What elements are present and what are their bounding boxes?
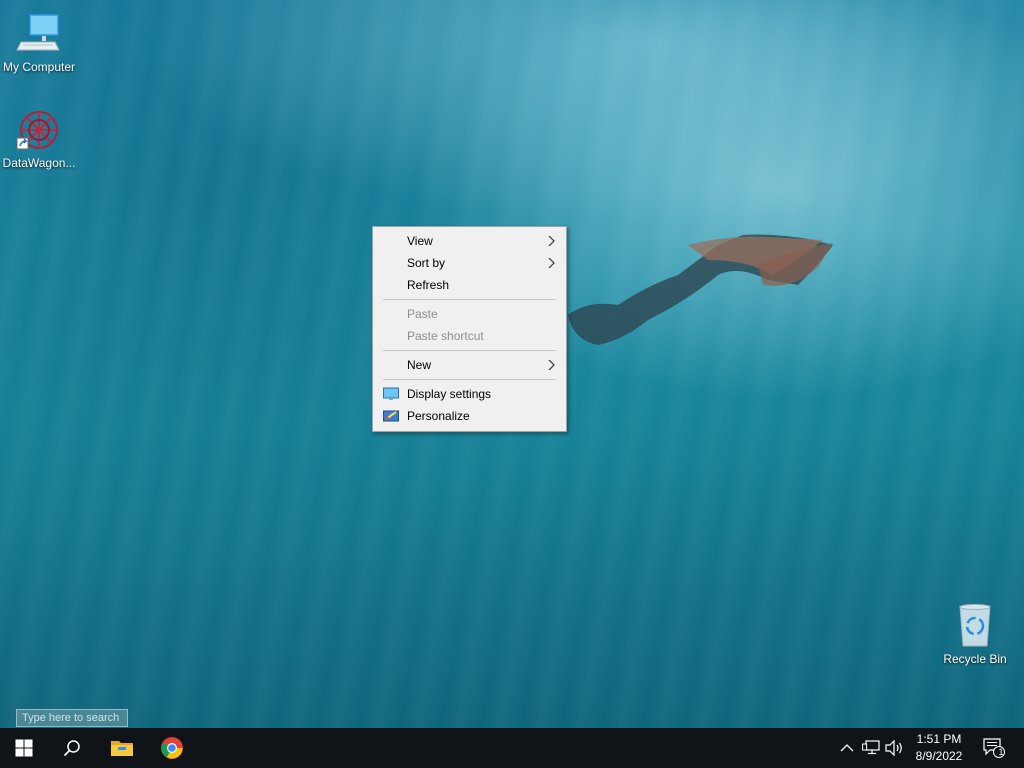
chevron-right-icon bbox=[548, 360, 555, 370]
desktop-icon-label: DataWagon... bbox=[2, 156, 76, 170]
menu-item-label: Paste bbox=[407, 307, 438, 321]
desktop-icon-label: Recycle Bin bbox=[943, 652, 1007, 666]
menu-item-paste: Paste bbox=[373, 303, 566, 325]
start-button[interactable] bbox=[0, 728, 48, 768]
recycle-bin-icon bbox=[951, 602, 999, 650]
windows-logo-icon bbox=[15, 739, 33, 757]
menu-item-label: Display settings bbox=[407, 387, 492, 401]
menu-item-label: Paste shortcut bbox=[407, 329, 484, 343]
file-explorer-button[interactable] bbox=[98, 728, 146, 768]
menu-item-label: Personalize bbox=[407, 409, 470, 423]
computer-icon bbox=[15, 10, 63, 58]
menu-item-label: View bbox=[407, 234, 433, 248]
menu-item-paste-shortcut: Paste shortcut bbox=[373, 325, 566, 347]
desktop-icon-my-computer[interactable]: My Computer bbox=[0, 10, 78, 74]
chevron-right-icon bbox=[548, 258, 555, 268]
network-button[interactable] bbox=[860, 728, 882, 768]
taskbar: 1:51 PM 8/9/2022 1 bbox=[0, 728, 1024, 768]
datawagon-icon bbox=[15, 106, 63, 154]
personalize-icon bbox=[383, 410, 399, 422]
menu-item-personalize[interactable]: Personalize bbox=[373, 405, 566, 427]
menu-item-label: Sort by bbox=[407, 256, 446, 270]
menu-item-new[interactable]: New bbox=[373, 354, 566, 376]
search-button[interactable] bbox=[48, 728, 96, 768]
network-icon bbox=[862, 740, 880, 755]
search-box-hint[interactable]: Type here to search bbox=[16, 709, 128, 727]
wallpaper-swimmer bbox=[568, 234, 833, 345]
menu-item-display-settings[interactable]: Display settings bbox=[373, 383, 566, 405]
desktop-icon-datawagon[interactable]: DataWagon... bbox=[0, 106, 78, 170]
menu-item-refresh[interactable]: Refresh bbox=[373, 274, 566, 296]
chrome-icon bbox=[161, 737, 183, 759]
show-hidden-icons-button[interactable] bbox=[838, 728, 856, 768]
folder-icon bbox=[111, 741, 133, 756]
desktop-icon-label: My Computer bbox=[2, 60, 76, 74]
clock-date: 8/9/2022 bbox=[915, 749, 963, 763]
notification-count-badge: 1 bbox=[998, 747, 1004, 757]
action-center-button[interactable]: 1 bbox=[978, 728, 1014, 768]
display-settings-icon bbox=[383, 387, 399, 400]
menu-item-label: New bbox=[407, 358, 432, 372]
taskbar-clock[interactable]: 1:51 PM 8/9/2022 bbox=[910, 731, 968, 765]
chevron-up-icon bbox=[840, 744, 854, 752]
clock-time: 1:51 PM bbox=[916, 732, 962, 746]
chrome-button[interactable] bbox=[148, 728, 196, 768]
menu-separator bbox=[383, 299, 556, 300]
menu-separator bbox=[383, 350, 556, 351]
volume-button[interactable] bbox=[884, 728, 906, 768]
desktop-icon-recycle-bin[interactable]: Recycle Bin bbox=[936, 602, 1014, 666]
chevron-right-icon bbox=[548, 236, 555, 246]
desktop-context-menu: View Sort by Refresh Paste Paste shortcu… bbox=[372, 226, 567, 432]
menu-separator bbox=[383, 379, 556, 380]
menu-item-label: Refresh bbox=[407, 278, 450, 292]
speaker-icon bbox=[885, 740, 902, 756]
menu-item-view[interactable]: View bbox=[373, 230, 566, 252]
menu-item-sort-by[interactable]: Sort by bbox=[373, 252, 566, 274]
search-icon bbox=[63, 740, 80, 757]
